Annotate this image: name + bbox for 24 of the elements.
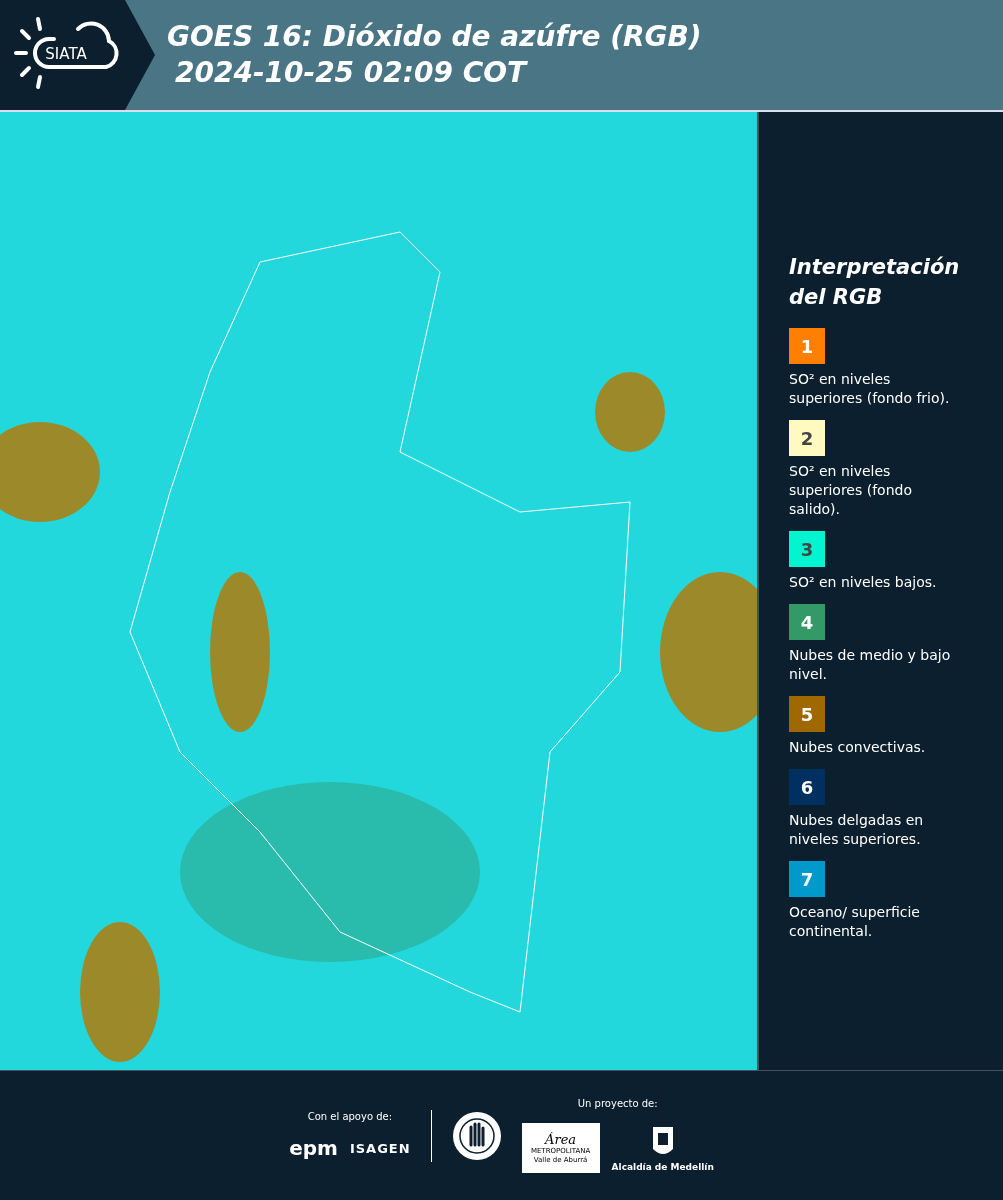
sponsor-logo: ISAGEN (349, 1140, 411, 1156)
legend-swatch: 1 (789, 328, 825, 364)
legend-text: SO² en niveles superiores (fondo salido). (789, 462, 913, 519)
legend-text: Oceano/ superficie continental. (789, 903, 921, 941)
legend-text: SO² en niveles bajos. (789, 573, 938, 592)
legend-text: Nubes de medio y bajo nivel. (789, 646, 952, 684)
legend-title: Interpretación del RGB (789, 254, 961, 311)
legend-swatch: 4 (789, 604, 825, 640)
legend-swatch: 7 (789, 861, 825, 897)
timestamp: 2024-10-25 02:09 COT (174, 55, 529, 91)
legend-text: SO² en niveles superiores (fondo frio). (789, 370, 951, 408)
legend-text: Nubes delgadas en niveles superiores. (789, 811, 925, 849)
legend-swatch: 6 (789, 769, 825, 805)
legend-text: Nubes convectivas. (789, 738, 927, 757)
sun-cloud-logo: SIATA (14, 15, 124, 95)
sponsor-logo: epm (289, 1136, 338, 1160)
legend-swatch: 2 (789, 420, 825, 456)
seal-logo (451, 1110, 502, 1161)
support-label: Con el apoyo de: (307, 1111, 393, 1122)
legend-swatch: 5 (789, 696, 825, 732)
city-logo-text: Alcaldía de Medellín (611, 1161, 714, 1172)
map-title: GOES 16: Dióxido de azúfre (RGB) (167, 19, 702, 55)
legend-swatch: 3 (789, 531, 825, 567)
project-label: Un proyecto de: (577, 1098, 658, 1109)
